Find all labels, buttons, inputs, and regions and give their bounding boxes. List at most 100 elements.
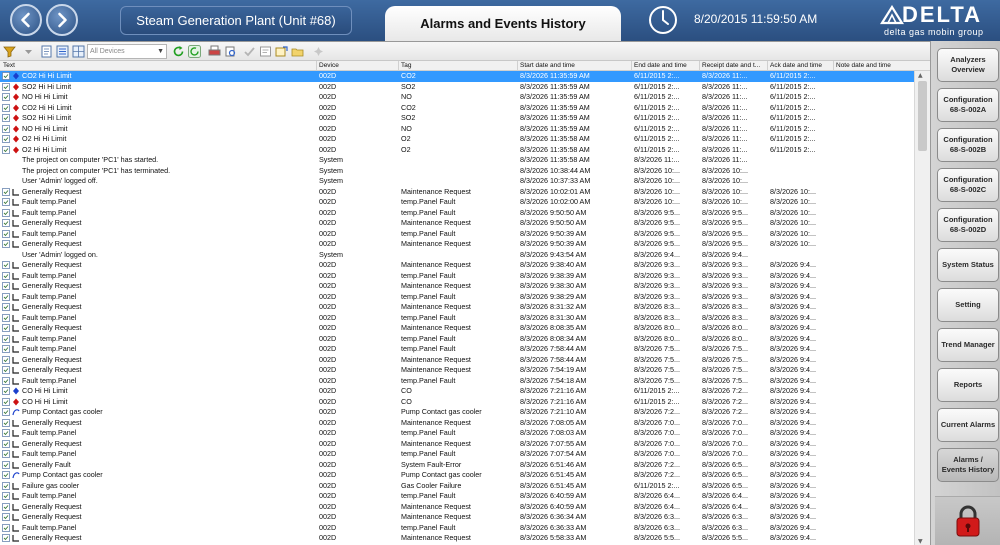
table-row[interactable]: CO Hi Hi Limit 002D CO 8/3/2026 7:21:16 AM 6… <box>0 386 914 397</box>
sidebar-button-reports[interactable]: Reports <box>937 368 999 402</box>
sidebar-button-configuration-68-s-002b[interactable]: Configuration 68-S-002B <box>937 128 999 162</box>
table-row[interactable]: Fault temp.Panel 002D temp.Panel Fault 8/3/… <box>0 449 914 460</box>
cell-end: 8/3/2026 7:5... <box>634 375 680 385</box>
list-view-icon[interactable] <box>56 45 69 58</box>
event-step-icon <box>12 240 20 248</box>
back-button[interactable] <box>10 4 42 36</box>
filter-icon[interactable] <box>3 45 16 58</box>
table-row[interactable]: O2 Hi Hi Limit 002D O2 8/3/2026 11:35:58 AM… <box>0 134 914 145</box>
cell-end: 6/11/2015 2:... <box>634 71 680 80</box>
device-filter-select[interactable]: All Devices ▼ <box>87 44 167 59</box>
table-row[interactable]: Generally Request 002D Maintenance Request… <box>0 260 914 271</box>
cell-tag: SO2 <box>401 113 416 122</box>
refresh-icon[interactable] <box>172 45 185 58</box>
table-row[interactable]: Fault temp.Panel 002D temp.Panel Fault 8/3/… <box>0 229 914 240</box>
table-row[interactable]: Generally Request 002D Maintenance Request… <box>0 302 914 313</box>
sidebar-button-configuration-68-s-002a[interactable]: Configuration 68-S-002A <box>937 88 999 122</box>
document-icon[interactable] <box>40 45 53 58</box>
help-icon[interactable] <box>312 45 325 58</box>
table-row[interactable]: Generally Request 002D Maintenance Request… <box>0 355 914 366</box>
scroll-up-icon[interactable]: ▲ <box>918 72 923 79</box>
table-row[interactable]: Generally Request 002D Maintenance Request… <box>0 418 914 429</box>
table-row[interactable]: Fault temp.Panel 002D temp.Panel Fault 8/3/… <box>0 334 914 345</box>
event-step-icon <box>12 209 20 217</box>
cell-start: 8/3/2026 6:51:45 AM <box>520 480 587 490</box>
table-row[interactable]: Failure gas cooler 002D Gas Cooler Failure… <box>0 481 914 492</box>
table-row[interactable]: Generally Request 002D Maintenance Request… <box>0 439 914 450</box>
cell-tag: temp.Panel Fault <box>401 428 456 437</box>
cell-ack: 8/3/2026 10:... <box>770 218 816 227</box>
sidebar-button-current-alarms[interactable]: Current Alarms <box>937 408 999 442</box>
sidebar-button-analyzers-overview[interactable]: Analyzers Overview <box>937 48 999 82</box>
table-row[interactable]: Fault temp.Panel 002D temp.Panel Fault 8/3/… <box>0 344 914 355</box>
event-step-icon <box>12 261 20 269</box>
sidebar-button-setting[interactable]: Setting <box>937 288 999 322</box>
sidebar-button-system-status[interactable]: System Status <box>937 248 999 282</box>
table-row[interactable]: Fault temp.Panel 002D temp.Panel Fault 8/3/… <box>0 428 914 439</box>
auto-refresh-icon[interactable] <box>188 45 201 58</box>
table-row[interactable]: Fault temp.Panel 002D temp.Panel Fault 8/3/… <box>0 491 914 502</box>
table-row[interactable]: User 'Admin' logged on. System 8/3/2026 9:… <box>0 250 914 261</box>
sidebar-button-alarms-events-history[interactable]: Alarms / Events History <box>937 448 999 482</box>
table-row[interactable]: Generally Request 002D Maintenance Request… <box>0 323 914 334</box>
table-row[interactable]: Generally Request 002D Maintenance Request… <box>0 218 914 229</box>
column-header-tag[interactable]: Tag <box>401 62 515 69</box>
table-row[interactable]: Generally Request 002D Maintenance Request… <box>0 187 914 198</box>
print-icon[interactable] <box>208 45 221 58</box>
open-icon[interactable] <box>291 45 304 58</box>
table-row[interactable]: CO Hi Hi Limit 002D CO 8/3/2026 7:21:16 AM 6… <box>0 397 914 408</box>
table-row[interactable]: Pump Contact gas cooler 002D Pump Contact … <box>0 407 914 418</box>
table-row[interactable]: Fault temp.Panel 002D temp.Panel Fault 8/3/… <box>0 523 914 534</box>
column-header-ack[interactable]: Ack date and time <box>770 62 832 69</box>
table-row[interactable]: NO Hi Hi Limit 002D NO 8/3/2026 11:35:59 AM… <box>0 124 914 135</box>
sidebar-button-configuration-68-s-002d[interactable]: Configuration 68-S-002D <box>937 208 999 242</box>
column-header-start[interactable]: Start date and time <box>520 62 630 69</box>
table-row[interactable]: Generally Request 002D Maintenance Request… <box>0 502 914 513</box>
column-header-text[interactable]: Text <box>3 62 313 69</box>
column-header-receipt[interactable]: Receipt date and t... <box>702 62 766 69</box>
note-icon[interactable] <box>259 45 272 58</box>
table-row[interactable]: Generally Request 002D Maintenance Request… <box>0 365 914 376</box>
dropdown-small-icon[interactable] <box>22 45 35 58</box>
table-row[interactable]: CO2 Hi Hi Limit 002D CO2 8/3/2026 11:35:59 … <box>0 103 914 114</box>
table-row[interactable]: Fault temp.Panel 002D temp.Panel Fault 8/3/… <box>0 271 914 282</box>
acknowledge-icon[interactable] <box>243 45 256 58</box>
table-row[interactable]: SO2 Hi Hi Limit 002D SO2 8/3/2026 11:35:59 … <box>0 82 914 93</box>
table-row[interactable]: Generally Request 002D Maintenance Request… <box>0 533 914 544</box>
table-row[interactable]: Fault temp.Panel 002D temp.Panel Fault 8/3/… <box>0 208 914 219</box>
table-row[interactable]: CO2 Hi Hi Limit 002D CO2 8/3/2026 11:35:59 … <box>0 71 914 82</box>
sidebar-button-label: Configuration 68-S-002B <box>943 135 993 154</box>
scroll-down-icon[interactable]: ▼ <box>918 538 923 545</box>
table-row[interactable]: The project on computer 'PC1' has termin… <box>0 166 914 177</box>
table-row[interactable]: Generally Request 002D Maintenance Request… <box>0 239 914 250</box>
table-row[interactable]: Pump Contact gas cooler 002D Pump Contact … <box>0 470 914 481</box>
table-row[interactable]: Generally Request 002D Maintenance Request… <box>0 281 914 292</box>
forward-button[interactable] <box>46 4 78 36</box>
table-row[interactable]: NO Hi Hi Limit 002D NO 8/3/2026 11:35:59 AM… <box>0 92 914 103</box>
table-row[interactable]: Generally Fault 002D System Fault-Error 8/3… <box>0 460 914 471</box>
table-row[interactable]: SO2 Hi Hi Limit 002D SO2 8/3/2026 11:35:59 … <box>0 113 914 124</box>
table-row[interactable]: The project on computer 'PC1' has starte… <box>0 155 914 166</box>
column-header-device[interactable]: Device <box>319 62 397 69</box>
lock-icon[interactable] <box>955 505 981 537</box>
sidebar-button-configuration-68-s-002c[interactable]: Configuration 68-S-002C <box>937 168 999 202</box>
cell-device: 002D <box>319 113 337 122</box>
vertical-scrollbar[interactable]: ▲ ▼ <box>914 71 930 545</box>
table-row[interactable]: Fault temp.Panel 002D temp.Panel Fault 8/3/… <box>0 292 914 303</box>
cell-tag: Maintenance Request <box>401 323 471 332</box>
column-header-end[interactable]: End date and time <box>634 62 698 69</box>
table-row[interactable]: Fault temp.Panel 002D temp.Panel Fault 8/3/… <box>0 197 914 208</box>
sidebar-button-label: Setting <box>955 300 981 309</box>
cell-device: 002D <box>319 459 337 469</box>
table-row[interactable]: O2 Hi Hi Limit 002D O2 8/3/2026 11:35:58 AM… <box>0 145 914 156</box>
table-row[interactable]: User 'Admin' logged off. System 8/3/2026 1… <box>0 176 914 187</box>
table-row[interactable]: Fault temp.Panel 002D temp.Panel Fault 8/3/… <box>0 313 914 324</box>
scrollbar-thumb[interactable] <box>918 81 927 151</box>
print-preview-icon[interactable] <box>224 45 237 58</box>
grid-view-icon[interactable] <box>72 45 85 58</box>
export-icon[interactable] <box>275 45 288 58</box>
table-row[interactable]: Generally Request 002D Maintenance Request… <box>0 512 914 523</box>
sidebar-button-trend-manager[interactable]: Trend Manager <box>937 328 999 362</box>
table-row[interactable]: Fault temp.Panel 002D temp.Panel Fault 8/3/… <box>0 376 914 387</box>
column-header-note[interactable]: Note date and time <box>836 62 912 69</box>
